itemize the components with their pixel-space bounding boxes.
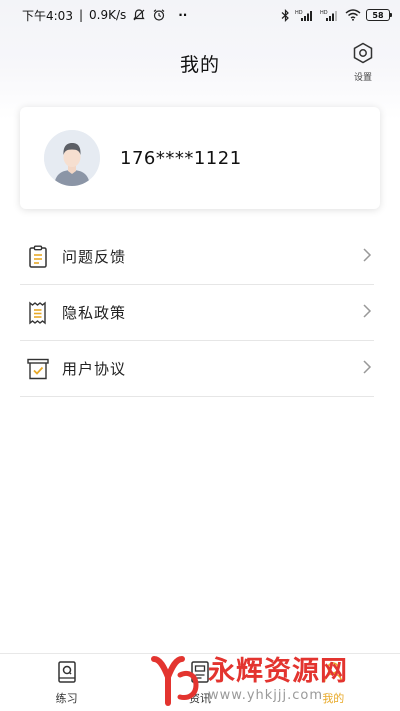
menu-item-privacy-policy[interactable]: 隐私政策: [20, 285, 374, 341]
menu-item-label: 隐私政策: [62, 304, 127, 322]
svg-text:HD: HD: [320, 10, 328, 16]
user-avatar-icon: [44, 130, 100, 186]
bluetooth-icon: [281, 8, 290, 22]
page-title: 我的: [179, 54, 220, 76]
news-icon: [189, 660, 211, 687]
signal-hd-icon: HD: [295, 9, 315, 22]
phone-number: 176****1121: [120, 147, 242, 169]
chevron-right-icon: [362, 359, 372, 379]
battery-level: 58: [372, 10, 384, 20]
nav-item-practice[interactable]: 练习: [0, 654, 133, 711]
nav-label: 我的: [322, 691, 345, 705]
menu-item-user-agreement[interactable]: 用户协议: [20, 341, 374, 397]
profile-card[interactable]: 176****1121: [20, 107, 380, 209]
alarm-clock-icon: [152, 8, 166, 22]
mute-alarm-icon: [132, 8, 146, 22]
status-network-speed: 0.9K/s: [89, 8, 127, 22]
settings-label: 设置: [353, 73, 372, 83]
profile-icon: [322, 660, 344, 687]
bottom-nav: 练习 资讯 我的: [0, 653, 400, 711]
header: 我的 设置: [0, 38, 400, 86]
menu-item-label: 用户协议: [62, 360, 127, 378]
privacy-policy-icon: [26, 301, 50, 325]
status-separator: |: [78, 8, 83, 22]
battery-icon: 58: [366, 9, 392, 21]
status-more: ··: [178, 8, 188, 22]
user-agreement-icon: [26, 357, 50, 381]
nav-item-mine[interactable]: 我的: [267, 654, 400, 711]
menu-item-feedback[interactable]: 问题反馈: [20, 229, 374, 285]
menu-item-label: 问题反馈: [62, 248, 127, 266]
settings-button[interactable]: 设置: [346, 42, 380, 86]
practice-book-icon: [56, 660, 78, 687]
wifi-icon: [345, 9, 361, 21]
chevron-right-icon: [362, 247, 372, 267]
settings-menu: 问题反馈 隐私政策 用户协议: [20, 229, 374, 397]
status-time: 下午4:03: [22, 8, 73, 23]
nav-label: 资讯: [188, 691, 211, 705]
avatar[interactable]: [44, 130, 100, 186]
status-bar: 下午4:03 | 0.9K/s ·· HD HD 58: [0, 0, 400, 30]
settings-hexagon-icon: [352, 42, 374, 68]
nav-label: 练习: [55, 691, 78, 705]
nav-item-news[interactable]: 资讯: [133, 654, 266, 711]
signal-hd-icon-2: HD: [320, 9, 340, 22]
feedback-icon: [26, 245, 50, 269]
chevron-right-icon: [362, 303, 372, 323]
svg-text:HD: HD: [295, 10, 303, 16]
